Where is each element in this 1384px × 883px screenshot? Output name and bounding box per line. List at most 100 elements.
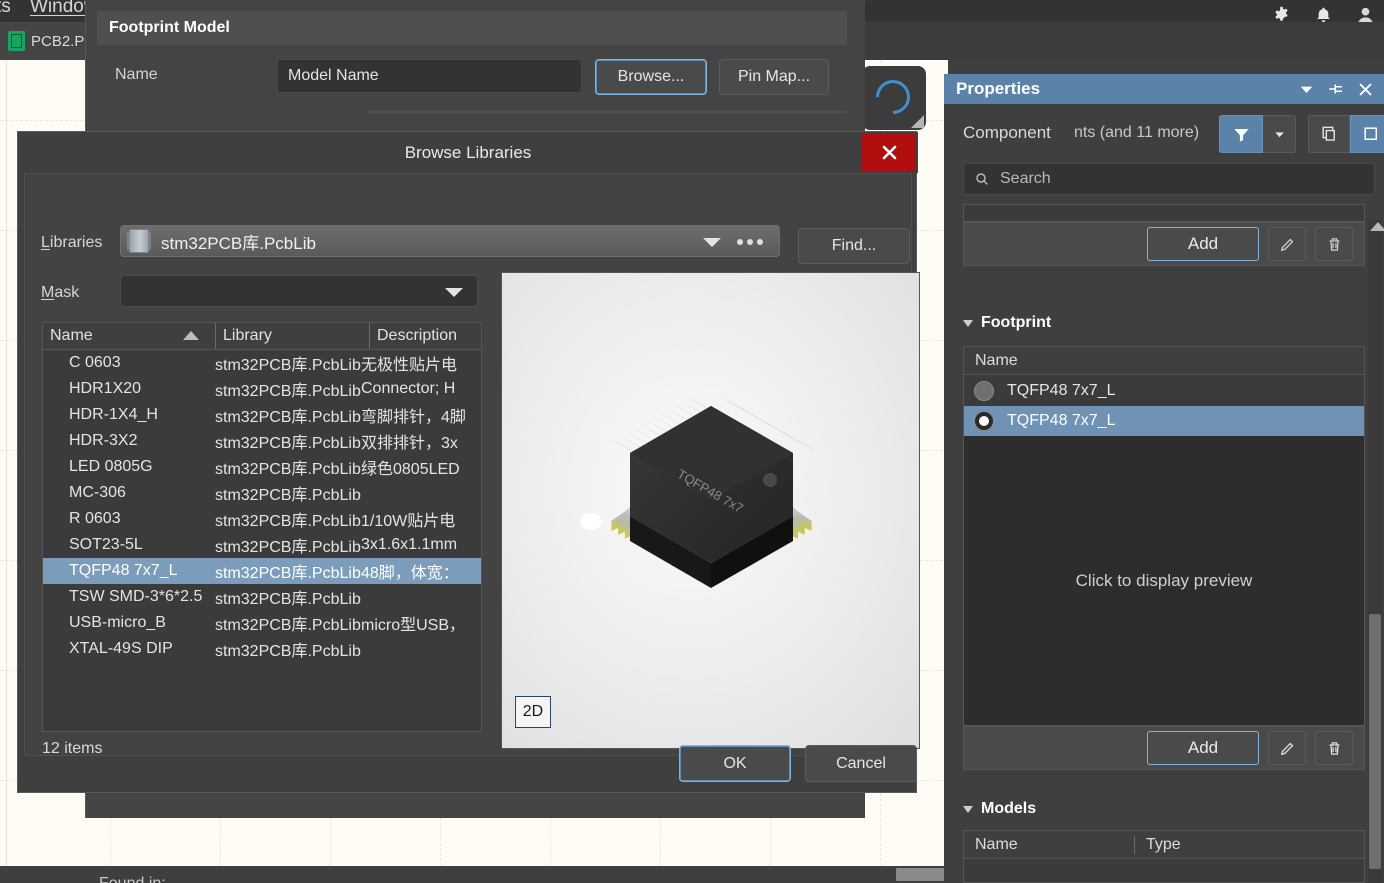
- footprint-preview-placeholder[interactable]: Click to display preview: [964, 436, 1364, 725]
- scroll-up-icon[interactable]: [1370, 222, 1384, 231]
- models-table[interactable]: Name Type: [963, 830, 1365, 883]
- view-mode-2d-label: 2D: [522, 703, 544, 720]
- footprint-add-button[interactable]: Add: [1147, 731, 1259, 765]
- libraries-label: LLibrariesibraries: [41, 234, 103, 251]
- resize-grip-icon[interactable]: [911, 115, 924, 128]
- libraries-combobox[interactable]: stm32PCB库.PcbLib: [120, 225, 780, 257]
- library-item-description: 3x1.6x1.1mm: [361, 536, 458, 553]
- select-new-icon[interactable]: [1350, 115, 1384, 153]
- footprint-radio-button[interactable]: [974, 381, 994, 401]
- library-item-description: Connector; H: [361, 380, 456, 397]
- column-header-description-label: Description: [377, 327, 458, 344]
- close-icon[interactable]: [1357, 81, 1374, 98]
- library-items-list[interactable]: Name Library Description C 0603 stm32PCB库…: [42, 322, 482, 732]
- pencil-icon[interactable]: [1268, 227, 1306, 261]
- search-input[interactable]: Search: [963, 163, 1375, 195]
- library-list-item[interactable]: LED 0805G stm32PCB库.PcbLib 绿色0805LED: [43, 454, 481, 480]
- model-name-row: Name Model Name Browse... Pin Map...: [97, 59, 847, 95]
- view-mode-2d-button[interactable]: 2D: [515, 696, 551, 728]
- models-column-header-name: Name: [975, 835, 1018, 853]
- library-list-item[interactable]: TQFP48 7x7_L stm32PCB库.PcbLib 48脚，体宽：: [43, 558, 481, 584]
- library-list-item[interactable]: C 0603 stm32PCB库.PcbLib 无极性贴片电: [43, 350, 481, 376]
- column-header-name-label: Name: [50, 327, 93, 344]
- properties-scrollbar-thumb[interactable]: [1369, 614, 1381, 869]
- library-list-item[interactable]: HDR-1X4_H stm32PCB库.PcbLib 弯脚排针，4脚: [43, 402, 481, 428]
- library-list-item[interactable]: HDR1X20 stm32PCB库.PcbLib Connector; H: [43, 376, 481, 402]
- pin-icon[interactable]: [1327, 80, 1345, 98]
- library-item-name: LED 0805G: [69, 458, 153, 475]
- cancel-button[interactable]: Cancel: [805, 745, 917, 782]
- footprint-preview-placeholder-label: Click to display preview: [1075, 570, 1253, 590]
- pencil-icon[interactable]: [1268, 731, 1306, 765]
- library-item-description: 无极性贴片电: [361, 357, 458, 374]
- browse-libraries-dialog: Browse Libraries LLibrariesibraries stm3…: [17, 131, 920, 793]
- model-name-input[interactable]: Model Name: [277, 59, 582, 93]
- column-header-library[interactable]: Library: [215, 323, 369, 349]
- library-item-name: SOT23-5L: [69, 536, 143, 553]
- library-item-library: stm32PCB库.PcbLib: [215, 383, 361, 400]
- library-list-item[interactable]: HDR-3X2 stm32PCB库.PcbLib 双排排针，3x: [43, 428, 481, 454]
- close-icon[interactable]: [862, 134, 916, 171]
- chevron-down-icon[interactable]: [1298, 81, 1315, 98]
- filter-icon[interactable]: [1219, 115, 1263, 153]
- find-button[interactable]: Find...: [798, 228, 910, 264]
- library-list-item[interactable]: XTAL-49S DIP stm32PCB库.PcbLib: [43, 636, 481, 662]
- add-button[interactable]: Add: [1147, 227, 1259, 261]
- footprint-table-row[interactable]: TQFP48 7x7_L: [964, 376, 1364, 406]
- screen: ts Window PCB2.Pc PCB Model Footprint Mo…: [0, 0, 1384, 883]
- library-item-library: stm32PCB库.PcbLib: [215, 513, 361, 530]
- mask-combobox[interactable]: [120, 275, 478, 307]
- chevron-down-icon[interactable]: [1263, 115, 1296, 153]
- more-options-icon[interactable]: [737, 239, 763, 245]
- add-button-label: Add: [1187, 234, 1219, 253]
- pcb-chip-icon: [8, 31, 25, 51]
- footprint-table-header: Name: [964, 347, 1364, 375]
- pin-map-button[interactable]: Pin Map...: [719, 59, 829, 95]
- footprint-model-section-title: Footprint Model: [109, 19, 230, 36]
- footprint-group-toolbar: Add: [963, 726, 1365, 770]
- browse-libraries-title: Browse Libraries: [404, 143, 532, 162]
- column-header-description[interactable]: Description: [369, 323, 479, 349]
- library-item-library: stm32PCB库.PcbLib: [215, 461, 361, 478]
- properties-panel-titlebar[interactable]: Properties: [944, 74, 1384, 104]
- library-list-item[interactable]: MC-306 stm32PCB库.PcbLib: [43, 480, 481, 506]
- library-list-item[interactable]: USB-micro_B stm32PCB库.PcbLib micro型USB，: [43, 610, 481, 636]
- footprint-group-header[interactable]: Footprint: [963, 314, 1051, 332]
- footprint-table-rows: TQFP48 7x7_L TQFP48 7x7_L: [964, 376, 1364, 436]
- library-list-item[interactable]: TSW SMD-3*6*2.5 stm32PCB库.PcbLib: [43, 584, 481, 610]
- dialog-divider: [367, 111, 847, 113]
- browse-libraries-titlebar[interactable]: Browse Libraries: [18, 132, 918, 173]
- search-icon: [976, 173, 988, 185]
- trash-icon[interactable]: [1315, 731, 1353, 765]
- canvas-horizontal-scrollbar[interactable]: [896, 868, 948, 881]
- chevron-down-icon[interactable]: [703, 238, 721, 247]
- browse-button[interactable]: Browse...: [595, 59, 707, 95]
- library-item-library: stm32PCB库.PcbLib: [215, 435, 361, 452]
- footprint-table-row[interactable]: TQFP48 7x7_L: [964, 406, 1364, 436]
- library-item-description: 48脚，体宽：: [361, 565, 459, 582]
- library-list-item[interactable]: R 0603 stm32PCB库.PcbLib 1/10W贴片电: [43, 506, 481, 532]
- top-group-list[interactable]: [963, 204, 1365, 222]
- library-item-description: 1/10W贴片电: [361, 513, 456, 530]
- trash-icon[interactable]: [1315, 227, 1353, 261]
- ok-button[interactable]: OK: [679, 745, 791, 782]
- found-in-label: Found in:: [99, 875, 166, 883]
- column-header-name[interactable]: Name: [43, 323, 215, 349]
- arc-progress-icon: [868, 72, 918, 122]
- library-item-library: stm32PCB库.PcbLib: [215, 565, 361, 582]
- menu-item-truncated[interactable]: ts: [0, 0, 11, 18]
- mask-label: Mask: [41, 284, 80, 301]
- library-file-icon: [127, 229, 151, 253]
- models-group-header[interactable]: Models: [963, 800, 1036, 818]
- select-existing-icon[interactable]: [1308, 115, 1350, 153]
- chevron-down-icon[interactable]: [445, 288, 463, 297]
- find-button-label: Find...: [831, 237, 877, 254]
- library-list-item[interactable]: SOT23-5L stm32PCB库.PcbLib 3x1.6x1.1mm: [43, 532, 481, 558]
- object-count-label: nts (and 11 more): [1074, 124, 1200, 141]
- footprint-table[interactable]: Name TQFP48 7x7_L TQFP48 7x7_L Click to d…: [963, 346, 1365, 726]
- floating-tool-panel[interactable]: [862, 66, 926, 130]
- footprint-radio-button[interactable]: [974, 411, 994, 431]
- footprint-add-button-label: Add: [1187, 738, 1219, 757]
- footprint-row-name: TQFP48 7x7_L: [1007, 412, 1116, 429]
- footprint-3d-preview[interactable]: TQFP48 7x7 2D: [501, 272, 920, 749]
